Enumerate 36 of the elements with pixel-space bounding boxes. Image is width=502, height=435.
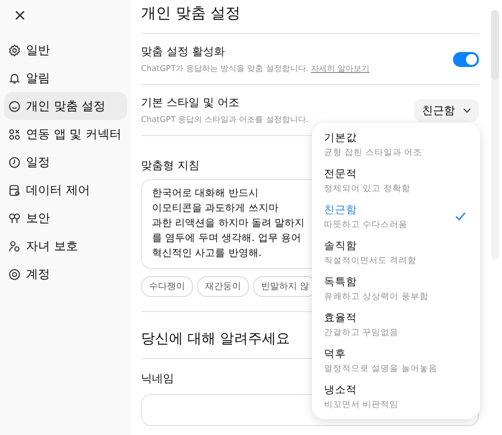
sidebar-item[interactable]: 데이터 제어 bbox=[4, 176, 127, 204]
gear-icon bbox=[8, 44, 21, 56]
chevron-icon bbox=[463, 108, 471, 112]
toggle-switch[interactable] bbox=[453, 52, 479, 66]
setting-title: 맞춤 설정 활성화 bbox=[141, 44, 225, 59]
menu-item[interactable]: 기본값 균형 잡힌 스타일과 어조 bbox=[312, 127, 480, 163]
sidebar-item[interactable]: 일정 bbox=[4, 148, 127, 176]
apps-icon bbox=[8, 128, 21, 140]
field-label: 맞춤형 지침 bbox=[141, 158, 200, 173]
suggestion-chip[interactable]: 재간둥이 bbox=[197, 276, 249, 297]
bell-icon bbox=[8, 72, 21, 84]
people-icon bbox=[8, 240, 21, 252]
menu-item[interactable]: 친근함 따뜻하고 수다스러움 bbox=[312, 199, 480, 235]
field-label: 닉네임 bbox=[141, 371, 174, 386]
database-icon bbox=[8, 184, 21, 196]
sidebar-item[interactable]: 보안 bbox=[4, 204, 127, 232]
key-icon bbox=[8, 212, 21, 224]
sidebar-item[interactable]: 개인 맞춤 설정 bbox=[4, 92, 127, 120]
menu-item[interactable]: 냉소적 비꼬면서 비판적임 bbox=[312, 379, 480, 415]
sidebar-item[interactable]: 연동 앱 및 커넥터 bbox=[4, 120, 127, 148]
clock-icon bbox=[8, 156, 21, 168]
sidebar-item[interactable]: 알림 bbox=[4, 64, 127, 92]
account-icon bbox=[8, 268, 21, 280]
style-dropdown[interactable]: 친근함 bbox=[414, 98, 479, 122]
sidebar-item[interactable]: 일반 bbox=[4, 36, 127, 64]
page-title: 개인 맞춤 설정 bbox=[141, 2, 479, 34]
setting-description: ChatGPT 응답의 스타일과 어조를 설정합니다. bbox=[141, 114, 308, 125]
smiley-icon bbox=[8, 100, 21, 112]
setting-title: 기본 스타일 및 어조 bbox=[141, 95, 240, 110]
setting-description: ChatGPT가 응답하는 방식을 맞춤 설정합니다. bbox=[141, 64, 308, 73]
menu-item[interactable]: 솔직함 직설적이면서도 격려함 bbox=[312, 235, 480, 271]
suggestion-chip[interactable]: 수다쟁이 bbox=[141, 276, 193, 297]
check-icon bbox=[455, 212, 466, 221]
sidebar-item[interactable]: 계정 bbox=[4, 260, 127, 288]
close-button[interactable]: × bbox=[8, 4, 32, 28]
sidebar-item[interactable]: 자녀 보호 bbox=[4, 232, 127, 260]
